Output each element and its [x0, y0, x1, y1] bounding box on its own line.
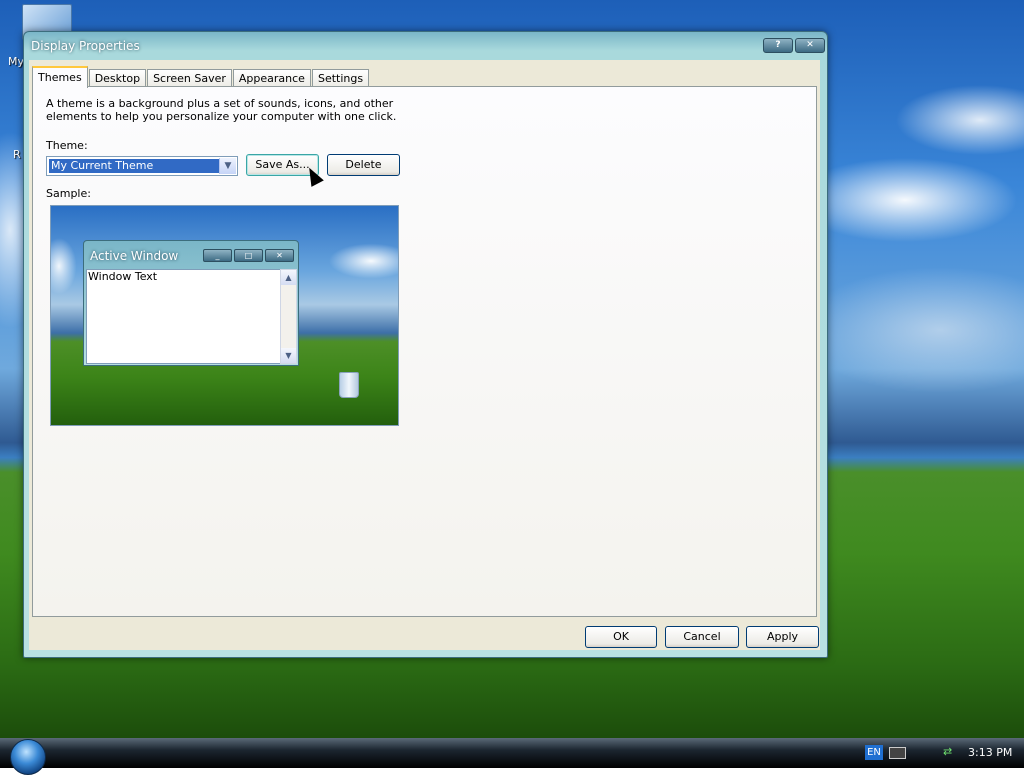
theme-dropdown-value[interactable]: My Current Theme — [49, 159, 219, 173]
themes-panel: A theme is a background plus a set of so… — [32, 86, 817, 617]
maximize-icon: □ — [234, 249, 263, 262]
taskbar: EN ⇄ 3:13 PM — [0, 738, 1024, 775]
theme-sample-preview: Active Window _ □ ✕ Window Text ▲ ▼ — [50, 205, 399, 426]
desktop-icon-label[interactable]: My — [8, 55, 24, 68]
help-button[interactable]: ? — [763, 38, 793, 53]
desktop-icon-label[interactable]: R — [13, 148, 21, 161]
sample-window-text: Window Text — [86, 269, 282, 364]
tab-strip: Themes Desktop Screen Saver Appearance S… — [32, 66, 370, 88]
title-bar[interactable]: Display Properties ? ✕ — [24, 32, 827, 60]
dialog-client-area: Themes Desktop Screen Saver Appearance S… — [29, 60, 820, 650]
theme-dropdown[interactable]: My Current Theme ▼ — [46, 156, 238, 176]
recycle-bin-icon — [339, 372, 359, 398]
display-properties-window: Display Properties ? ✕ Themes Desktop Sc… — [23, 31, 828, 658]
close-icon: ✕ — [265, 249, 294, 262]
ok-button[interactable]: OK — [585, 626, 657, 648]
themes-description: A theme is a background plus a set of so… — [46, 97, 397, 123]
tab-settings[interactable]: Settings — [311, 69, 370, 87]
delete-button[interactable]: Delete — [327, 154, 400, 176]
tab-desktop[interactable]: Desktop — [88, 69, 147, 87]
close-button[interactable]: ✕ — [795, 38, 825, 53]
chevron-up-icon: ▲ — [281, 270, 296, 285]
sample-window-title: Active Window — [90, 249, 179, 263]
keyboard-icon[interactable] — [889, 747, 906, 759]
chevron-down-icon: ▼ — [281, 348, 296, 363]
cancel-button[interactable]: Cancel — [665, 626, 739, 648]
minimize-icon: _ — [203, 249, 232, 262]
theme-label: Theme: — [46, 139, 88, 152]
network-icon[interactable]: ⇄ — [943, 746, 957, 758]
chevron-down-icon[interactable]: ▼ — [219, 158, 236, 174]
window-title: Display Properties — [31, 39, 140, 53]
sample-label: Sample: — [46, 187, 91, 200]
start-button[interactable] — [10, 739, 46, 775]
sample-scrollbar: ▲ ▼ — [280, 269, 297, 364]
tab-screen-saver[interactable]: Screen Saver — [147, 69, 232, 87]
sample-active-window: Active Window _ □ ✕ Window Text ▲ ▼ — [83, 240, 299, 366]
apply-button[interactable]: Apply — [746, 626, 819, 648]
language-indicator[interactable]: EN — [865, 745, 883, 760]
tab-themes[interactable]: Themes — [32, 66, 88, 88]
tab-appearance[interactable]: Appearance — [232, 69, 311, 87]
clock[interactable]: 3:13 PM — [968, 746, 1012, 759]
